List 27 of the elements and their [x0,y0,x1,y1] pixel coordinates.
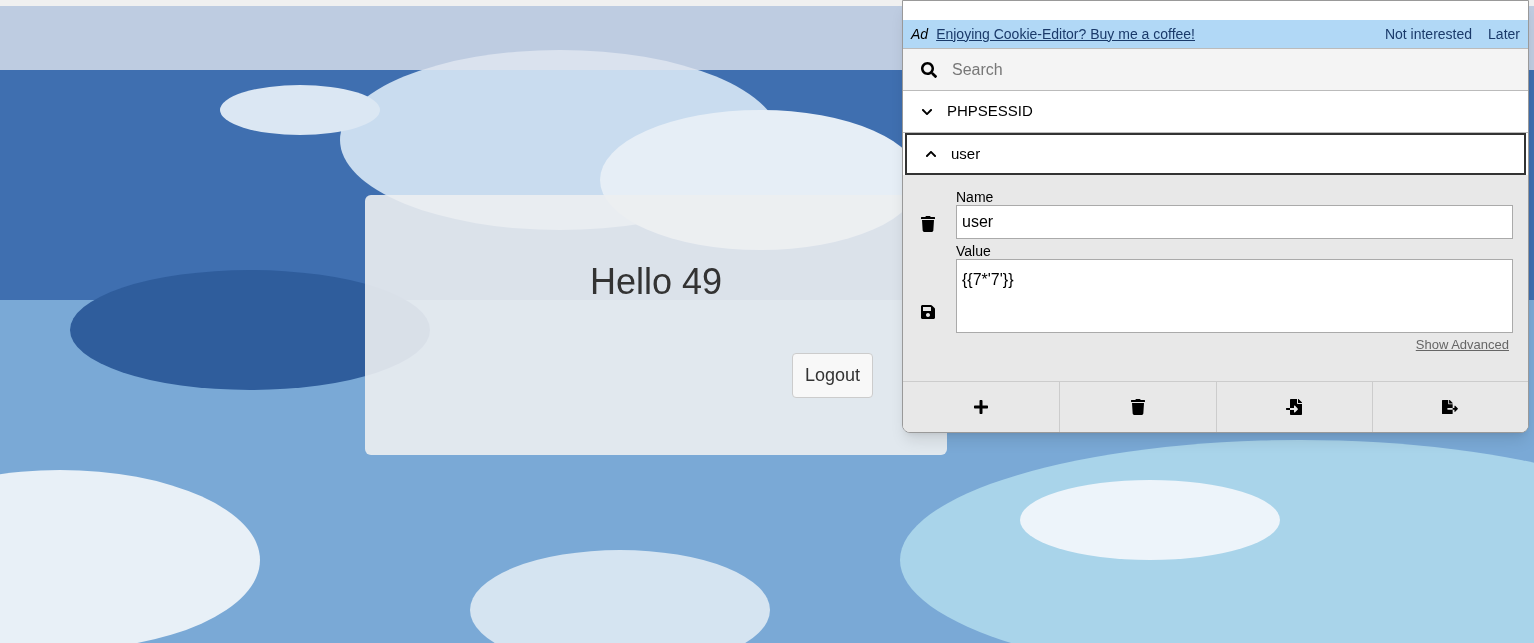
save-icon [920,304,936,320]
coffee-link[interactable]: Enjoying Cookie-Editor? Buy me a coffee! [936,23,1195,45]
name-field[interactable]: user [956,205,1513,239]
field-label: Value [956,243,992,259]
save-cookie-button[interactable] [919,303,937,321]
trash-icon [1129,399,1146,415]
delete-cookie-button[interactable] [919,215,937,233]
search-bar[interactable]: Search [903,48,1528,91]
cookie-row[interactable]: user [905,133,1526,175]
file-export-icon [1442,399,1459,415]
ad-action-link[interactable]: Not interested [1384,23,1473,45]
show-advanced-link[interactable]: Show Advanced [1415,335,1509,355]
search-field[interactable]: Search [952,57,1510,82]
file-import-icon [1286,399,1303,415]
ad-tag: Ad [911,23,929,45]
ad-action-link[interactable]: Later [1488,23,1520,45]
value-field[interactable]: {{7*'7'}} [956,259,1513,333]
field-label: Name [956,189,995,205]
chevron-up-icon [925,148,937,160]
plus-icon [973,399,990,415]
search-icon [921,61,937,78]
greeting-heading: Hello 49 [589,260,723,304]
trash-icon [920,216,936,232]
cookie-name: PHPSESSID [947,101,1033,122]
cookie-row[interactable]: PHPSESSID [903,91,1528,133]
logout-button[interactable]: Logout [791,353,873,398]
cookie-name: user [951,143,981,164]
